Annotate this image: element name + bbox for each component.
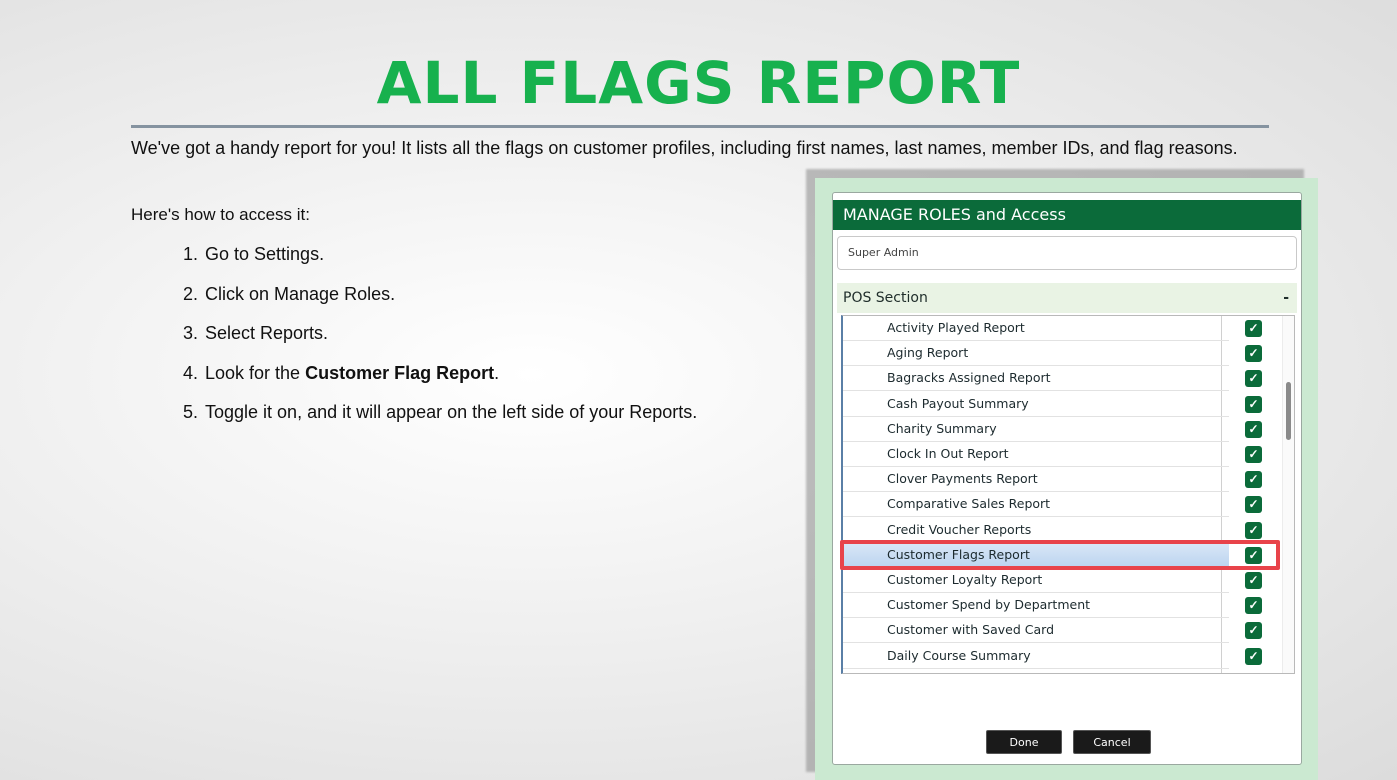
step-item: 2. Click on Manage Roles. — [183, 283, 396, 304]
report-row[interactable]: Aging Report — [843, 341, 1229, 367]
step-item: 5. Toggle it on, and it will appear on th… — [183, 402, 698, 423]
checkbox-checked-icon[interactable]: ✓ — [1245, 345, 1262, 363]
intro-text: We've got a handy report for you! It lis… — [131, 138, 1238, 158]
report-row[interactable]: Customer with Saved Card — [843, 618, 1229, 644]
collapse-toggle[interactable]: - — [1283, 283, 1289, 313]
report-label: Bagracks Assigned Report — [887, 370, 1051, 386]
done-button[interactable]: Done — [986, 730, 1062, 754]
checkbox-checked-icon[interactable]: ✓ — [1245, 496, 1262, 514]
report-label: Cash Payout Summary — [887, 395, 1029, 411]
report-permission-list: Activity Played Report ✓ Aging Report ✓ Bagr… — [841, 315, 1295, 674]
dialog-title: MANAGE ROLES and Access — [833, 200, 1301, 230]
title-divider — [131, 125, 1269, 128]
report-row[interactable]: Customer Loyalty Report — [843, 568, 1229, 593]
report-name-emphasis: Customer Flag Report — [305, 362, 495, 383]
checkbox-checked-icon[interactable]: ✓ — [1245, 370, 1262, 388]
report-row[interactable]: Daily Course Summary — [843, 644, 1229, 669]
checkbox-checked-icon[interactable]: ✓ — [1245, 446, 1262, 463]
cancel-button[interactable]: Cancel — [1073, 730, 1151, 754]
step-item: 3. Select Reports. — [183, 323, 329, 344]
report-label: Activity Played Report — [887, 320, 1025, 335]
pos-section-header[interactable]: POS Section - — [837, 283, 1297, 313]
report-label: Daily Course Summary — [887, 647, 1031, 663]
howto-text: Here's how to access it: — [131, 205, 310, 224]
checkbox-checked-icon[interactable]: ✓ — [1245, 521, 1262, 539]
report-label: Charity Summary — [887, 420, 997, 436]
report-row[interactable]: Clock In Out Report — [843, 442, 1229, 467]
manage-roles-dialog: MANAGE ROLES and Access Super Admin POS … — [832, 192, 1302, 765]
section-label: POS Section — [843, 290, 928, 306]
checkbox-checked-icon[interactable]: ✓ — [1245, 597, 1262, 615]
report-label: Clover Payments Report — [887, 471, 1038, 487]
report-row[interactable]: Credit Voucher Reports — [843, 518, 1229, 543]
report-row[interactable]: Bagracks Assigned Report — [843, 366, 1229, 392]
report-row[interactable]: Comparative Sales Report — [843, 492, 1229, 518]
report-label: Credit Voucher Reports — [887, 521, 1032, 537]
report-row[interactable]: Cash Payout Summary — [843, 392, 1229, 417]
report-label: Customer Loyalty Report — [887, 572, 1043, 587]
checkbox-checked-icon[interactable]: ✓ — [1245, 320, 1262, 337]
highlight-callout-box — [840, 540, 1280, 570]
report-row[interactable]: Clover Payments Report — [843, 467, 1229, 493]
report-label: Customer Spend by Department — [887, 597, 1091, 613]
checkbox-checked-icon[interactable]: ✓ — [1245, 572, 1262, 589]
steps-list: 1. Go to Settings. 2. Click on Manage Role… — [183, 243, 697, 441]
step-item: 4. Look for the Customer Flag Report. — [183, 362, 500, 383]
scrollbar[interactable] — [1282, 316, 1294, 673]
role-name-field[interactable]: Super Admin — [837, 236, 1297, 270]
scrollbar-thumb[interactable] — [1286, 382, 1291, 440]
checkbox-checked-icon[interactable]: ✓ — [1245, 471, 1262, 489]
report-row[interactable]: Charity Summary — [843, 417, 1229, 442]
checkbox-checked-icon[interactable]: ✓ — [1245, 622, 1262, 640]
report-label: Customer with Saved Card — [887, 622, 1055, 638]
report-row[interactable]: Activity Played Report — [843, 316, 1229, 341]
report-label: Aging Report — [887, 345, 969, 361]
checkbox-checked-icon[interactable]: ✓ — [1245, 395, 1262, 413]
slide-title: ALL FLAGS REPORT — [376, 49, 1021, 117]
checkbox-checked-icon[interactable]: ✓ — [1245, 420, 1262, 438]
checkbox-checked-icon[interactable]: ✓ — [1245, 647, 1262, 665]
report-row[interactable]: Customer Spend by Department — [843, 593, 1229, 619]
report-label: Comparative Sales Report — [887, 496, 1051, 512]
step-item: 1. Go to Settings. — [183, 244, 325, 264]
report-label: Clock In Out Report — [887, 446, 1009, 461]
